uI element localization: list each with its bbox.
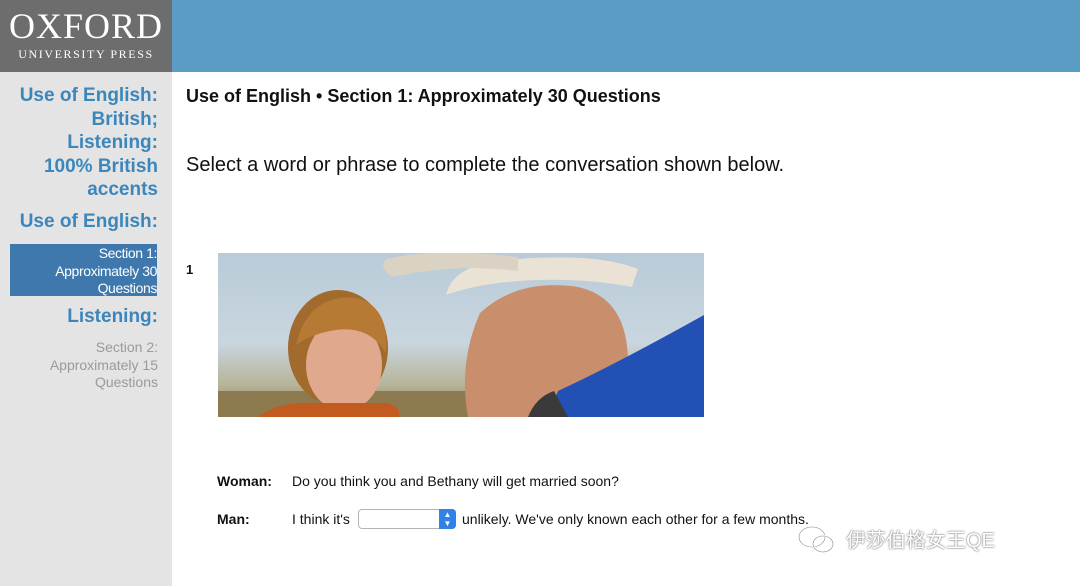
sidebar-heading-listening: Listening: bbox=[67, 306, 158, 327]
sidebar-heading-line: 100% British bbox=[43, 155, 158, 177]
sidebar: Use of English: British; Listening: 100%… bbox=[0, 72, 172, 586]
watermark-text: 伊莎伯格女王QE bbox=[846, 530, 995, 552]
sidebar-item-label: Questions bbox=[94, 374, 158, 390]
sidebar-heading-line: Listening: bbox=[67, 132, 158, 153]
sidebar-item-label: Section 2: bbox=[95, 339, 158, 355]
dialogue-man-text-before: I think it's bbox=[292, 511, 350, 527]
logo-main-text: OXFORD bbox=[8, 6, 164, 46]
page-title: Use of English • Section 1: Approximatel… bbox=[186, 86, 661, 106]
sidebar-heading-line: British; bbox=[91, 108, 159, 130]
instruction-text: Select a word or phrase to complete the … bbox=[186, 154, 785, 176]
speaker-man: Man: bbox=[217, 511, 250, 527]
sidebar-item-label: Questions bbox=[97, 280, 158, 296]
sidebar-item-label: Approximately 15 bbox=[49, 356, 158, 373]
dialogue-man-text-after: unlikely. We've only known each other fo… bbox=[462, 511, 809, 527]
dialogue-woman-text: Do you think you and Bethany will get ma… bbox=[292, 473, 619, 489]
sidebar-item-label: Section 1: bbox=[98, 245, 158, 261]
sidebar-item-label: Approximately 30 bbox=[55, 262, 157, 279]
question-number: 1 bbox=[186, 262, 194, 277]
sidebar-heading-use-of-english-british: Use of English: British; Listening: 100%… bbox=[20, 84, 158, 202]
sidebar-heading-use-of-english: Use of English: bbox=[19, 211, 158, 232]
oxford-logo[interactable]: OXFORD UNIVERSITY PRESS bbox=[0, 0, 172, 72]
sidebar-heading-line: Use of English: bbox=[19, 85, 158, 106]
wechat-icon bbox=[798, 526, 834, 553]
sidebar-heading-line: accents bbox=[87, 179, 158, 200]
question-photo bbox=[218, 253, 704, 417]
sidebar-item-section-2[interactable]: Section 2: Approximately 15 Questions bbox=[8, 339, 158, 392]
chevron-updown-icon[interactable]: ▲ ▼ bbox=[439, 509, 456, 529]
sidebar-item-section-1[interactable]: Section 1: Approximately 30 Questions bbox=[10, 244, 157, 296]
speaker-woman: Woman: bbox=[217, 473, 272, 489]
answer-select[interactable]: ▲ ▼ bbox=[358, 509, 456, 529]
logo-sub-text: UNIVERSITY PRESS bbox=[18, 47, 154, 61]
